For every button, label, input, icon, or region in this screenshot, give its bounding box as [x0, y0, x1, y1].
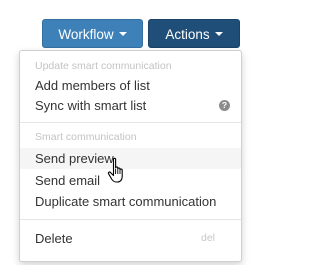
menu-item-delete[interactable]: Delete del	[20, 228, 241, 249]
menu-item-add-members[interactable]: Add members of list	[20, 75, 241, 96]
menu-item-label: Send preview	[35, 151, 114, 166]
screen: Workflow Actions Update smart communicat…	[0, 0, 246, 265]
workflow-button-label: Workflow	[58, 27, 114, 42]
menu-divider	[20, 219, 241, 220]
menu-item-send-preview[interactable]: Send preview	[20, 148, 241, 169]
hand-pointer-icon	[107, 157, 123, 183]
section-header-smart-communication: Smart communication	[35, 131, 137, 143]
workflow-button[interactable]: Workflow	[42, 19, 143, 48]
section-header-update: Update smart communication	[35, 60, 172, 72]
menu-item-label: Sync with smart list	[35, 98, 147, 113]
menu-item-label: Duplicate smart communication	[35, 194, 217, 209]
help-icon[interactable]: ?	[219, 100, 230, 111]
menu-item-send-email[interactable]: Send email	[20, 170, 241, 191]
menu-item-label: Delete	[35, 231, 73, 246]
actions-dropdown-menu: Update smart communication Add members o…	[19, 50, 242, 262]
menu-item-duplicate[interactable]: Duplicate smart communication	[20, 191, 241, 212]
actions-button[interactable]: Actions	[148, 19, 240, 48]
menu-item-sync-smart-list[interactable]: Sync with smart list ?	[20, 95, 241, 116]
menu-divider	[20, 122, 241, 123]
delete-shortcut-hint: del	[200, 232, 215, 244]
chevron-down-icon	[118, 32, 127, 37]
menu-item-label: Add members of list	[35, 78, 150, 93]
menu-item-label: Send email	[35, 173, 101, 188]
actions-button-label: Actions	[165, 27, 210, 42]
chevron-down-icon	[214, 32, 223, 37]
